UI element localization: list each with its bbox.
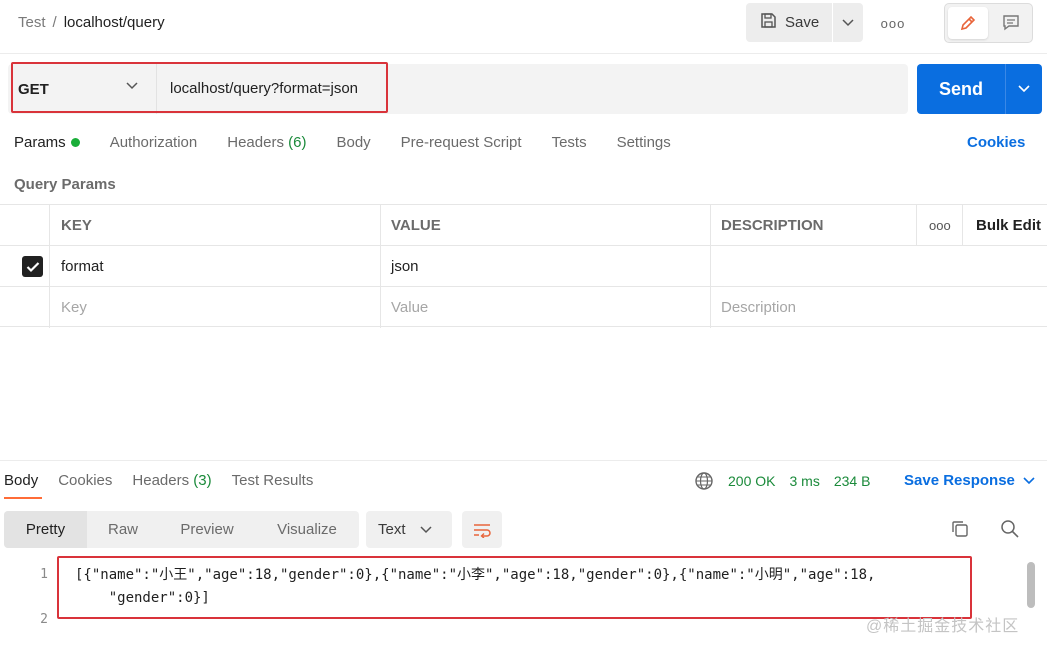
divider — [0, 460, 1047, 461]
divider — [0, 53, 1047, 54]
tab-headers-label: Headers — [227, 134, 284, 151]
tab-settings[interactable]: Settings — [617, 134, 671, 156]
divider — [156, 64, 157, 114]
response-format-select[interactable]: Text — [366, 511, 452, 548]
response-time[interactable]: 3 ms — [789, 473, 819, 489]
column-divider — [380, 204, 381, 328]
status-code[interactable]: 200 OK — [728, 473, 775, 489]
column-options-button[interactable]: ooo — [918, 205, 951, 246]
bulk-edit-button[interactable]: Bulk Edit — [965, 205, 1041, 246]
new-description-input[interactable]: Description — [710, 287, 796, 328]
top-bar: Test / localhost/query Save ooo — [0, 0, 1047, 48]
column-divider — [962, 204, 963, 246]
response-size[interactable]: 234 B — [834, 473, 871, 489]
wrap-lines-icon — [474, 523, 491, 538]
new-key-input[interactable]: Key — [50, 287, 87, 328]
query-params-heading: Query Params — [14, 176, 116, 193]
save-response-button[interactable]: Save Response — [904, 472, 1035, 489]
column-header-description: DESCRIPTION — [721, 217, 824, 234]
breadcrumb: Test / localhost/query — [18, 14, 165, 31]
table-header-row: KEY VALUE DESCRIPTION ooo Bulk Edit — [0, 204, 1047, 245]
chevron-down-icon — [1023, 476, 1035, 484]
tab-params[interactable]: Params — [14, 134, 80, 156]
response-tab-test-results[interactable]: Test Results — [232, 472, 314, 489]
method-value: GET — [18, 80, 49, 98]
param-value[interactable]: json — [380, 246, 419, 287]
send-options-button[interactable] — [1005, 64, 1042, 114]
save-response-label: Save Response — [904, 472, 1015, 489]
param-key[interactable]: format — [50, 246, 104, 287]
globe-icon[interactable] — [694, 471, 714, 491]
column-header-key: KEY — [61, 217, 92, 234]
response-tabs: Body Cookies Headers (3) Test Results — [4, 472, 333, 489]
line-number: 2 — [40, 612, 48, 627]
active-indicator-dot — [70, 137, 80, 147]
column-header-value: VALUE — [391, 217, 441, 234]
copy-icon[interactable] — [950, 519, 970, 542]
param-description[interactable] — [710, 246, 721, 287]
column-divider — [710, 204, 711, 328]
edit-mode-button[interactable] — [948, 7, 988, 39]
response-view-selector: Pretty Raw Preview Visualize — [4, 511, 359, 548]
response-meta: 200 OK 3 ms 234 B — [694, 471, 884, 491]
param-enabled-checkbox[interactable] — [22, 256, 43, 277]
view-visualize[interactable]: Visualize — [255, 511, 359, 548]
table-row: format json — [0, 245, 1047, 286]
chevron-down-icon — [419, 525, 432, 533]
save-button-label: Save — [785, 14, 820, 31]
send-button[interactable]: Send — [917, 64, 1005, 114]
breadcrumb-request-name[interactable]: localhost/query — [64, 14, 165, 31]
view-raw[interactable]: Raw — [87, 511, 159, 548]
view-mode-toggle — [944, 3, 1033, 43]
more-icon: ooo — [880, 15, 906, 31]
column-divider — [916, 204, 917, 246]
request-tabs: Params Authorization Headers (6) Body Pr… — [14, 134, 701, 156]
save-button[interactable]: Save — [746, 3, 832, 42]
save-icon — [760, 12, 777, 33]
url-input[interactable]: localhost/query?format=json — [170, 80, 358, 97]
response-headers-count: (3) — [193, 472, 212, 489]
checkmark-icon — [26, 261, 39, 272]
breadcrumb-collection[interactable]: Test — [18, 14, 46, 31]
headers-count: (6) — [288, 134, 307, 151]
column-divider — [49, 204, 50, 328]
more-options-button[interactable]: ooo — [880, 10, 906, 36]
chevron-down-icon — [842, 18, 854, 26]
comments-button[interactable] — [993, 7, 1029, 39]
chevron-down-icon — [126, 82, 138, 90]
response-tab-headers[interactable]: Headers (3) — [132, 472, 211, 489]
tab-tests[interactable]: Tests — [552, 134, 587, 156]
response-body-code[interactable]: [{"name":"小王","age":18,"gender":0},{"nam… — [75, 564, 955, 610]
tab-prerequest-script[interactable]: Pre-request Script — [401, 134, 522, 156]
watermark: @稀土掘金技术社区 — [866, 618, 1020, 635]
response-tab-body[interactable]: Body — [4, 472, 38, 489]
tab-authorization[interactable]: Authorization — [110, 134, 198, 156]
chevron-down-icon — [1018, 85, 1030, 93]
response-format-value: Text — [378, 521, 406, 538]
code-line-wrapped: "gender":0}] — [75, 590, 210, 606]
tab-headers[interactable]: Headers (6) — [227, 134, 306, 156]
comment-icon — [1003, 15, 1019, 31]
table-row-empty: Key Value Description — [0, 286, 1047, 327]
new-value-input[interactable]: Value — [380, 287, 428, 328]
response-tab-cookies[interactable]: Cookies — [58, 472, 112, 489]
tab-params-label: Params — [14, 134, 66, 151]
view-pretty[interactable]: Pretty — [4, 511, 87, 548]
save-options-button[interactable] — [833, 3, 863, 42]
cookies-link[interactable]: Cookies — [967, 134, 1025, 151]
search-icon[interactable] — [1000, 519, 1020, 542]
pencil-icon — [960, 15, 976, 31]
line-number: 1 — [40, 567, 48, 582]
wrap-lines-button[interactable] — [462, 511, 502, 548]
tab-body[interactable]: Body — [336, 134, 370, 156]
request-url-bar: GET localhost/query?format=json — [8, 64, 908, 114]
view-preview[interactable]: Preview — [159, 511, 255, 548]
breadcrumb-separator: / — [52, 14, 57, 31]
scrollbar[interactable] — [1027, 562, 1035, 608]
active-tab-indicator — [4, 497, 42, 499]
response-tab-headers-label: Headers — [132, 472, 190, 489]
code-line: [{"name":"小王","age":18,"gender":0},{"nam… — [75, 567, 876, 583]
